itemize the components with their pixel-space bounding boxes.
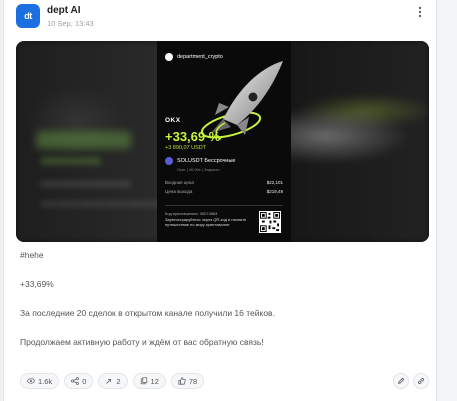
- repost-arrow-icon: [106, 378, 112, 384]
- post-image[interactable]: department_crypto OKX +33,69 % +3 890,07…: [16, 41, 429, 242]
- referral-text: Зарегистрируйтесь через QR-код и начните…: [165, 216, 247, 228]
- pair-row: SOLUSDT Бессрочные: [165, 157, 236, 165]
- post-header: dt dept AI 10 Sep, 13:43: [16, 4, 426, 34]
- entry-price-label: Входная цена: [165, 180, 194, 185]
- divider: [165, 205, 283, 206]
- comments-count: 0: [82, 376, 87, 386]
- likes-button[interactable]: 78: [170, 373, 205, 389]
- post-line-closing: Продолжаем активную работу и ждём от вас…: [20, 337, 264, 347]
- bookmark-icon: [140, 377, 147, 385]
- exit-price-value: $219,49: [266, 189, 283, 194]
- post-line-summary: За последние 20 сделок в открытом канале…: [20, 308, 275, 318]
- solana-icon: [165, 157, 173, 165]
- post-card: dt dept AI 10 Sep, 13:43 department_cryp…: [3, 0, 437, 401]
- blurred-shape: [36, 131, 131, 149]
- edit-button[interactable]: [393, 373, 409, 389]
- hashtag[interactable]: #hehe: [20, 250, 44, 260]
- share-nodes-icon: [71, 377, 80, 385]
- blurred-shape: [41, 157, 101, 165]
- referral-block: Код приглашения: 30074884 Зарегистрируйт…: [165, 211, 255, 228]
- post-line-profit: +33,69%: [20, 279, 54, 289]
- exit-price-row: Цена выхода $219,49: [165, 189, 283, 194]
- reposts-button[interactable]: 2: [98, 373, 128, 389]
- entry-price-value: $22,101: [266, 180, 283, 185]
- more-menu-button[interactable]: [414, 6, 426, 22]
- pencil-icon: [398, 377, 405, 384]
- trade-poster: department_crypto OKX +33,69 % +3 890,07…: [157, 41, 291, 242]
- avatar[interactable]: dt: [16, 4, 40, 28]
- post-stats: 1.6k 0 2 12 78: [20, 373, 205, 389]
- more-vertical-icon: [418, 6, 422, 18]
- trade-details: Лонг | 40.00x | Закрыто: [177, 167, 220, 172]
- trading-pair: SOLUSDT Бессрочные: [177, 158, 236, 164]
- profit-percent: +33,69 %: [165, 129, 221, 144]
- profit-usdt: +3 890,07 USDT: [165, 145, 207, 151]
- exchange-logo: OKX: [165, 117, 181, 124]
- comments-button[interactable]: 0: [64, 373, 94, 389]
- views-button[interactable]: 1.6k: [20, 373, 60, 389]
- channel-logo-icon: [165, 53, 173, 61]
- copy-link-button[interactable]: [413, 373, 429, 389]
- saves-count: 12: [150, 376, 159, 386]
- channel-name[interactable]: dept AI: [47, 5, 81, 16]
- eye-icon: [27, 378, 35, 384]
- link-icon: [417, 378, 425, 384]
- reposts-count: 2: [116, 376, 121, 386]
- blurred-shape: [41, 181, 131, 187]
- views-count: 1.6k: [38, 376, 53, 386]
- likes-count: 78: [188, 376, 198, 386]
- post-actions: [393, 373, 429, 389]
- entry-price-row: Входная цена $22,101: [165, 180, 283, 185]
- qr-code-icon: [259, 211, 281, 233]
- exit-price-label: Цена выхода: [165, 189, 193, 194]
- right-gutter: [438, 0, 457, 401]
- saves-button[interactable]: 12: [132, 373, 166, 389]
- thumbs-up-icon: [178, 377, 186, 385]
- blurred-shape: [41, 201, 171, 207]
- post-timestamp: 10 Sep, 13:43: [47, 19, 94, 28]
- page: dt dept AI 10 Sep, 13:43 department_cryp…: [0, 0, 457, 401]
